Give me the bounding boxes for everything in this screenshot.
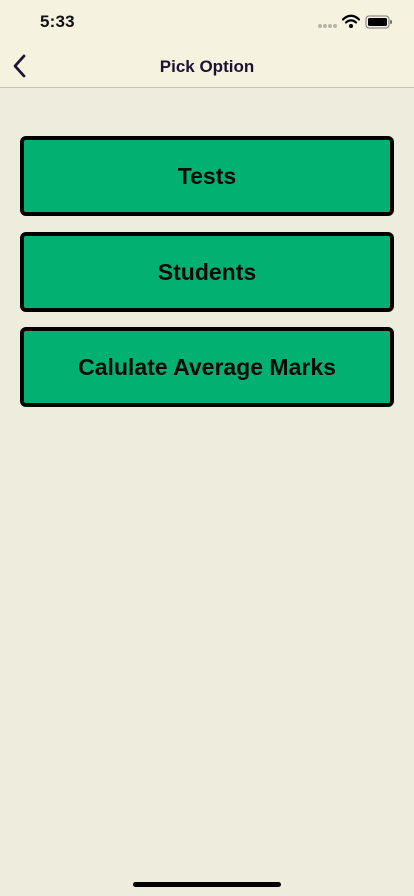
students-button[interactable]: Students	[20, 232, 394, 312]
home-indicator[interactable]	[133, 882, 281, 887]
wifi-icon	[342, 14, 360, 28]
page-title: Pick Option	[159, 57, 255, 76]
status-time: 5:33	[40, 12, 75, 31]
tests-button[interactable]: Tests	[20, 136, 394, 216]
students-button-label: Students	[157, 258, 257, 285]
calculate-average-marks-button-label: Calulate Average Marks	[78, 353, 336, 380]
signal-dots-icon	[318, 24, 338, 28]
calculate-average-marks-button[interactable]: Calulate Average Marks	[20, 327, 394, 407]
battery-icon	[365, 15, 392, 29]
tests-button-label: Tests	[177, 162, 237, 189]
navigation-header: 5:33 Pick Option	[0, 0, 414, 88]
